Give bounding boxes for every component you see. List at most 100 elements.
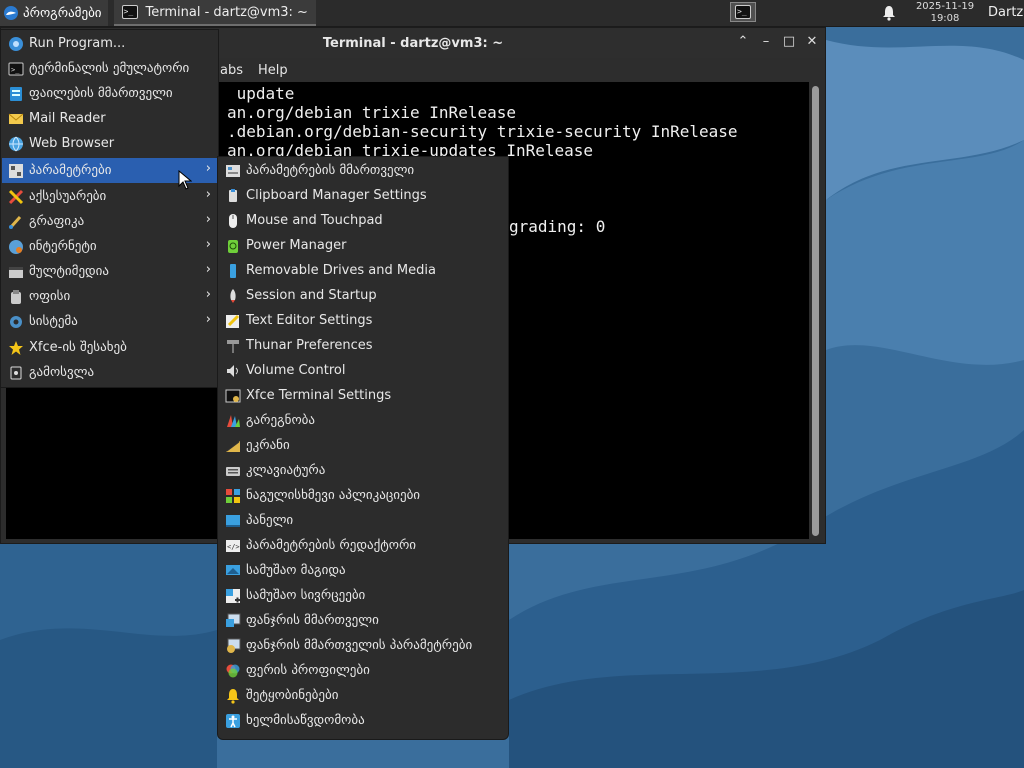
terminal-icon: >_ (8, 61, 24, 77)
terminal-settings-icon (225, 388, 241, 404)
applications-menu-button[interactable]: პროგრამები (0, 0, 108, 26)
submenu-item-session-startup[interactable]: Session and Startup (219, 283, 507, 308)
menu-item-log-out[interactable]: გამოსვლა (2, 360, 217, 385)
menu-item-label: ინტერნეტი (29, 239, 97, 254)
top-panel: პროგრამები >_ Terminal - dartz@vm3: ~ >_… (0, 0, 1024, 27)
submenu-item-settings-editor[interactable]: </> პარამეტრების რედაქტორი (219, 533, 507, 558)
submenu-item-label: კლავიატურა (246, 463, 326, 478)
text-editor-icon (225, 313, 241, 329)
maximize-button[interactable]: □ (782, 35, 796, 49)
menu-tabs[interactable]: abs (220, 63, 243, 78)
applications-menu-label: პროგრამები (23, 5, 102, 21)
menu-item-internet[interactable]: ინტერნეტი › (2, 234, 217, 259)
display-icon (225, 438, 241, 454)
svg-text:</>: </> (227, 543, 240, 551)
submenu-item-text-editor-settings[interactable]: Text Editor Settings (219, 308, 507, 333)
menu-item-label: მულტიმედია (29, 264, 110, 279)
hammer-icon (225, 338, 241, 354)
file-manager-icon (8, 86, 24, 102)
mail-icon (8, 111, 24, 127)
submenu-item-removable-drives[interactable]: Removable Drives and Media (219, 258, 507, 283)
submenu-item-label: Mouse and Touchpad (246, 213, 383, 228)
menu-item-terminal-emulator[interactable]: >_ ტერმინალის ემულატორი (2, 56, 217, 81)
minimize-button[interactable]: – (759, 35, 773, 49)
menu-item-mail-reader[interactable]: Mail Reader (2, 106, 217, 131)
submenu-item-settings-manager[interactable]: პარამეტრების მმართველი (219, 158, 507, 183)
multimedia-icon (8, 264, 24, 280)
menu-item-graphics[interactable]: გრაფიკა › (2, 209, 217, 234)
run-icon (8, 36, 24, 52)
menu-item-multimedia[interactable]: მულტიმედია › (2, 259, 217, 284)
submenu-item-workspaces[interactable]: სამუშაო სივრცეები (219, 583, 507, 608)
menu-item-about-xfce[interactable]: Xfce-ის შესახებ (2, 335, 217, 360)
menu-help[interactable]: Help (258, 63, 288, 78)
terminal-icon: >_ (121, 5, 138, 19)
submenu-item-desktop[interactable]: სამუშაო მაგიდა (219, 558, 507, 583)
submenu-item-wm-tweaks[interactable]: ფანჯრის მმართველის პარამეტრები (219, 633, 507, 658)
terminal-launcher-button[interactable]: >_ (730, 2, 756, 22)
mouse-icon (225, 213, 241, 229)
terminal-scrollbar[interactable] (809, 82, 823, 539)
chevron-right-icon: › (205, 262, 211, 277)
submenu-item-color-profiles[interactable]: ფერის პროფილები (219, 658, 507, 683)
submenu-item-label: ეკრანი (246, 438, 290, 453)
settings-manager-icon (225, 163, 241, 179)
system-icon (8, 314, 24, 330)
clipboard-icon (225, 188, 241, 204)
submenu-item-display[interactable]: ეკრანი (219, 433, 507, 458)
submenu-item-label: სამუშაო სივრცეები (246, 588, 366, 603)
submenu-item-clipboard[interactable]: Clipboard Manager Settings (219, 183, 507, 208)
appearance-icon (225, 413, 241, 429)
graphics-icon (8, 214, 24, 230)
maximize-up-icon[interactable]: ⌃ (736, 35, 750, 49)
terminal-line: an.org/debian trixie InRelease (227, 103, 516, 122)
clock[interactable]: 2025-11-19 19:08 (905, 1, 985, 25)
submenu-item-power-manager[interactable]: Power Manager (219, 233, 507, 258)
submenu-item-default-apps[interactable]: ნაგულისხმევი აპლიკაციები (219, 483, 507, 508)
user-menu[interactable]: Dartz (988, 5, 1023, 20)
star-icon (8, 340, 24, 356)
menu-item-label: Mail Reader (29, 111, 106, 126)
submenu-item-label: Xfce Terminal Settings (246, 388, 392, 403)
menu-item-run-program[interactable]: Run Program... (2, 31, 217, 56)
taskbar-terminal-button[interactable]: >_ Terminal - dartz@vm3: ~ (113, 0, 316, 26)
settings-submenu: პარამეტრების მმართველი Clipboard Manager… (217, 156, 509, 740)
submenu-item-panel[interactable]: პანელი (219, 508, 507, 533)
submenu-item-appearance[interactable]: გარეგნობა (219, 408, 507, 433)
submenu-item-window-manager[interactable]: ფანჯრის მმართველი (219, 608, 507, 633)
keyboard-icon (225, 463, 241, 479)
menu-item-label: გრაფიკა (29, 214, 85, 229)
menu-item-label: ფაილების მმართველი (29, 86, 173, 101)
speaker-icon (225, 363, 241, 379)
accessibility-icon (225, 713, 241, 729)
menu-item-label: სისტემა (29, 314, 78, 329)
submenu-item-keyboard[interactable]: კლავიატურა (219, 458, 507, 483)
panel-icon (225, 513, 241, 529)
xfce-logo-icon (4, 6, 18, 20)
submenu-item-label: Clipboard Manager Settings (246, 188, 427, 203)
svg-text:>_: >_ (11, 66, 20, 74)
submenu-item-accessibility[interactable]: ხელმისაწვდომობა (219, 708, 507, 733)
chevron-right-icon: › (205, 287, 211, 302)
globe-icon (8, 136, 24, 152)
submenu-item-mouse-touchpad[interactable]: Mouse and Touchpad (219, 208, 507, 233)
menu-item-office[interactable]: ოფისი › (2, 284, 217, 309)
terminal-line: update (227, 84, 295, 103)
submenu-item-terminal-settings[interactable]: Xfce Terminal Settings (219, 383, 507, 408)
menu-item-label: ტერმინალის ემულატორი (29, 61, 190, 76)
submenu-item-volume-control[interactable]: Volume Control (219, 358, 507, 383)
internet-icon (8, 239, 24, 255)
submenu-item-thunar-preferences[interactable]: Thunar Preferences (219, 333, 507, 358)
menu-item-system[interactable]: სისტემა › (2, 309, 217, 334)
close-button[interactable]: ✕ (805, 35, 819, 49)
menu-item-file-manager[interactable]: ფაილების მმართველი (2, 81, 217, 106)
menu-item-web-browser[interactable]: Web Browser (2, 131, 217, 156)
submenu-item-label: პანელი (246, 513, 294, 528)
notification-bell-icon[interactable] (882, 5, 896, 21)
submenu-item-label: ფერის პროფილები (246, 663, 370, 678)
submenu-item-notifications[interactable]: შეტყობინებები (219, 683, 507, 708)
scrollbar-thumb[interactable] (812, 86, 819, 536)
chevron-right-icon: › (205, 312, 211, 327)
menu-item-label: Web Browser (29, 136, 115, 151)
drive-icon (225, 263, 241, 279)
